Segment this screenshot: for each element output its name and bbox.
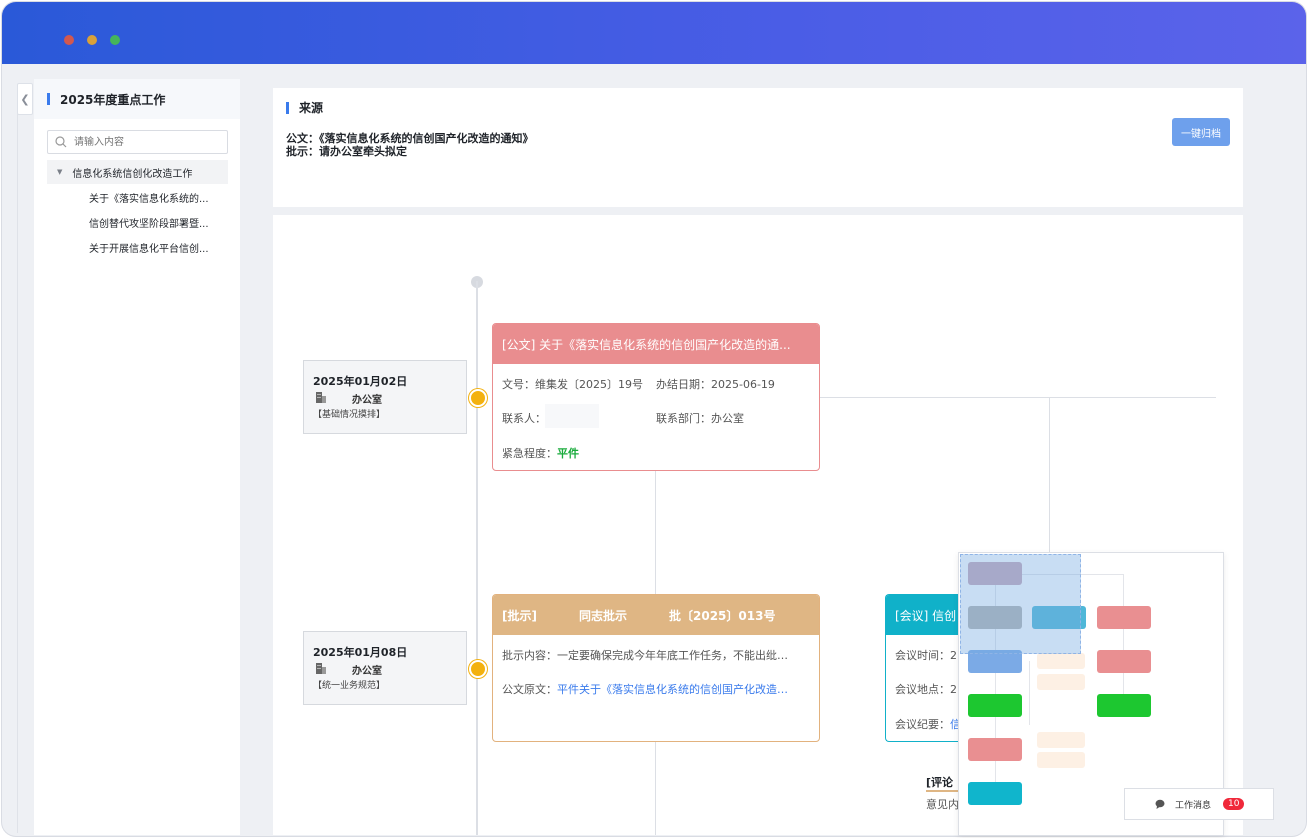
title-bar [2,2,1306,64]
close-window-dot[interactable] [64,35,74,45]
left-divider [17,113,18,833]
comment-text: 意见内 [926,798,959,811]
entry-date: 2025年01月08日 [313,646,408,659]
messages-count-badge: 10 [1223,798,1245,810]
note-number: 批〔2025〕013号 [669,608,776,623]
doc-event-card[interactable]: [公文] 关于《落实信息化系统的信创国产化改造的通... 文号：维集发〔2025… [492,323,820,471]
meeting-event-card[interactable]: [会议] 信创 会议时间：2 会议地点：2 会议纪要：信 [885,594,966,742]
note-approve: 同志批示 [578,608,627,623]
sidebar-header: 2025年度重点工作 [34,79,240,119]
search-box[interactable] [47,130,228,154]
doc-deadline: 办结日期：2025-06-19 [656,378,775,391]
meeting-summary: 会议纪要：信 [895,716,961,732]
caret-down-icon[interactable]: ▼ [57,168,62,176]
entry-date: 2025年01月02日 [313,375,408,388]
doc-urgency: 紧急程度：平件 [502,445,579,461]
minimap-block [1097,694,1151,717]
entry-tag: 【统一业务规范】 [313,681,386,691]
tree-group-item[interactable]: ▼ 信息化系统信创化改造工作 [47,160,228,184]
minimap-block [968,782,1022,805]
doc-number: 文号：维集发〔2025〕19号 [502,378,643,391]
maximize-window-dot[interactable] [110,35,120,45]
sidebar: 2025年度重点工作 ▼ 信息化系统信创化改造工作 关于《落实信息化系统的...… [34,79,240,835]
timeline-date-card[interactable]: 2025年01月02日 办公室 【基础情况摸排】 [303,360,467,434]
accent-bar [286,101,289,114]
note-original-link[interactable]: 平件关于《落实信息化系统的信创国产化改造… [557,683,788,696]
entry-office: 办公室 [352,666,382,677]
minimap-block [1097,606,1151,629]
tree-item[interactable]: 关于开展信息化平台信创... [89,240,224,255]
building-icon [316,663,326,674]
timeline-axis [476,281,478,835]
minimap-block [1097,650,1151,673]
meeting-place: 会议地点：2 [895,683,957,696]
minimap-line [1123,574,1124,706]
connector [655,740,656,835]
meeting-event-header[interactable]: [会议] 信创 [886,595,966,635]
comment-title: [评论 [926,776,954,789]
minimap-viewport[interactable] [960,554,1081,654]
doc-contact: 联系人： [502,412,546,425]
note-original-label: 公文原文： [502,683,557,696]
source-header: 来源 [286,99,323,116]
chat-bubble-icon [1155,799,1165,809]
entry-tag: 【基础情况摸排】 [313,410,386,420]
search-input[interactable] [72,135,216,149]
meeting-time: 会议时间：2 [895,649,957,662]
meeting-summary-label: 会议纪要： [895,718,950,731]
timeline-node[interactable] [469,660,487,678]
doc-event-header[interactable]: [公文] 关于《落实信息化系统的信创国产化改造的通... [493,324,819,364]
timeline-date-card[interactable]: 2025年01月08日 办公室 【统一业务规范】 [303,631,467,705]
urgency-label: 紧急程度： [502,447,557,460]
contact-value-placeholder [545,404,599,428]
minimap-block [968,694,1022,717]
messages-label: 工作消息 [1175,800,1212,811]
search-icon [55,136,67,148]
connector [818,397,1216,398]
entry-office: 办公室 [352,395,382,406]
building-icon [316,392,326,403]
minimap-block [1037,674,1085,690]
note-event-header[interactable]: [批示] 同志批示 批〔2025〕013号 [493,595,819,635]
tree-item[interactable]: 信创替代攻坚阶段部署暨... [89,215,224,230]
tree-item[interactable]: 关于《落实信息化系统的... [89,190,224,205]
archive-button[interactable]: 一键归档 [1172,118,1230,146]
minimap-block [1037,752,1085,768]
note-type: [批示] [502,608,537,623]
collapse-sidebar-button[interactable]: ❮ [17,83,33,115]
minimize-window-dot[interactable] [87,35,97,45]
note-event-card[interactable]: [批示] 同志批示 批〔2025〕013号 批示内容：一定要确保完成今年年底工作… [492,594,820,742]
accent-bar [47,93,50,105]
doc-dept: 联系部门：办公室 [656,412,744,425]
source-title: 来源 [299,101,324,115]
chevron-left-icon: ❮ [20,92,30,106]
minimap-block [1037,653,1085,669]
work-messages-button[interactable]: 工作消息 10 [1124,788,1274,820]
sidebar-title: 2025年度重点工作 [60,92,166,107]
minimap-line [1029,661,1030,725]
source-panel: 来源 公文：《落实信息化系统的信创国产化改造的通知》 批示：请办公室牵头拟定 一… [273,88,1243,207]
timeline-node[interactable] [469,389,487,407]
source-note-line: 批示：请办公室牵头拟定 [286,145,407,158]
note-original: 公文原文：平件关于《落实信息化系统的信创国产化改造… [502,681,788,697]
minimap-block [1037,732,1085,748]
tree-group-label: 信息化系统信创化改造工作 [72,168,193,180]
urgency-value: 平件 [557,447,579,460]
minimap-block [968,738,1022,761]
connector [655,469,656,594]
note-content: 批示内容：一定要确保完成今年年底工作任务，不能出纰… [502,649,788,662]
